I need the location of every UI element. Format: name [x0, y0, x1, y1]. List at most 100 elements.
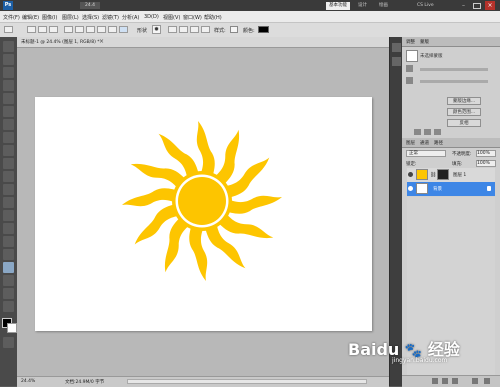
style-swatch[interactable]	[230, 26, 238, 33]
minimize-icon[interactable]: –	[462, 3, 470, 9]
menu-select[interactable]: 选择(S)	[82, 14, 99, 21]
clone-stamp-tool-icon[interactable]	[3, 145, 14, 156]
document-tab-title: 未标题-1 @ 24.4% (图层 1, RGB/8) *	[21, 40, 100, 45]
brush-tool-icon[interactable]	[3, 132, 14, 143]
combine-button[interactable]	[168, 26, 177, 33]
color-swatch[interactable]	[258, 26, 269, 33]
menu-view[interactable]: 视图(V)	[163, 14, 180, 21]
maximize-icon[interactable]	[473, 3, 481, 9]
menu-edit[interactable]: 编辑(E)	[22, 14, 39, 21]
blend-mode-select[interactable]: 正常	[406, 150, 446, 157]
zoom-tool-icon[interactable]	[3, 301, 14, 312]
cs-live-button[interactable]: CS Live	[417, 2, 443, 10]
fill-pixels-button[interactable]	[49, 26, 58, 33]
intersect-button[interactable]	[190, 26, 199, 33]
marquee-tool-icon[interactable]	[3, 54, 14, 65]
menu-window[interactable]: 窗口(W)	[183, 14, 202, 21]
document-size-status[interactable]: 文档:24.9M/0 字节	[65, 379, 104, 385]
crop-tool-icon[interactable]	[3, 93, 14, 104]
zoom-status[interactable]: 24.4%	[21, 379, 35, 384]
shape-layers-button[interactable]	[27, 26, 36, 33]
tab-paths[interactable]: 路径	[434, 140, 443, 146]
3d-rotate-tool-icon[interactable]	[3, 275, 14, 286]
opacity-input[interactable]: 100%	[476, 150, 496, 157]
background-color-swatch[interactable]	[7, 323, 17, 333]
history-brush-tool-icon[interactable]	[3, 158, 14, 169]
layer-row[interactable]: ⛓ 图层 1	[407, 168, 495, 182]
link-layers-icon[interactable]	[432, 378, 438, 384]
invert-button[interactable]: 反相	[447, 119, 481, 127]
ellipse-tool-button[interactable]	[86, 26, 95, 33]
pen-tool-icon[interactable]	[3, 223, 14, 234]
shape-picker-icon[interactable]: ✹	[152, 25, 161, 34]
custom-shape-tool-button[interactable]	[119, 26, 128, 33]
workspace-button-design[interactable]: 设计	[355, 2, 370, 10]
density-slider[interactable]	[420, 68, 488, 71]
eyedropper-tool-icon[interactable]	[3, 106, 14, 117]
move-tool-icon[interactable]	[3, 41, 14, 52]
history-panel-icon[interactable]	[392, 43, 401, 52]
polygon-tool-button[interactable]	[97, 26, 106, 33]
menu-file[interactable]: 文件(F)	[3, 14, 20, 21]
layer-row[interactable]: 背景	[407, 182, 495, 196]
add-style-icon[interactable]	[442, 378, 448, 384]
color-range-button[interactable]: 颜色范围...	[447, 108, 481, 116]
document-tab[interactable]: 未标题-1 @ 24.4% (图层 1, RGB/8) * ×	[17, 37, 389, 48]
workspace-button-basic[interactable]: 基本功能	[326, 2, 350, 10]
vector-mask-icon[interactable]	[406, 77, 413, 84]
menu-help[interactable]: 帮助(H)	[204, 14, 222, 21]
menu-layer[interactable]: 图层(L)	[62, 14, 79, 21]
pen-tool-button[interactable]	[64, 26, 73, 33]
menu-3d[interactable]: 3D(D)	[144, 14, 159, 20]
tab-masks[interactable]: 蒙版	[420, 39, 429, 45]
delete-layer-icon[interactable]	[484, 378, 490, 384]
path-selection-tool-icon[interactable]	[3, 249, 14, 260]
rectangle-tool-button[interactable]	[75, 26, 84, 33]
close-icon[interactable]: ×	[485, 1, 495, 10]
mask-preset-label: 未选择蒙版	[420, 54, 443, 59]
menu-filter[interactable]: 滤镜(T)	[102, 14, 119, 21]
workspace-button-paint[interactable]: 绘画	[376, 2, 391, 10]
paths-button[interactable]	[38, 26, 47, 33]
feather-slider[interactable]	[420, 80, 488, 83]
document-close-icon[interactable]: ×	[99, 38, 104, 45]
image-canvas[interactable]	[35, 97, 372, 331]
add-mask-icon[interactable]	[452, 378, 458, 384]
eye-icon[interactable]	[408, 186, 413, 191]
enable-mask-icon[interactable]	[424, 129, 431, 135]
fill-input[interactable]: 100%	[476, 160, 496, 167]
blur-tool-icon[interactable]	[3, 197, 14, 208]
mask-edge-button[interactable]: 蒙版边缘...	[447, 97, 481, 105]
menu-analysis[interactable]: 分析(A)	[122, 14, 139, 21]
line-tool-button[interactable]	[108, 26, 117, 33]
zoom-dropdown[interactable]: 24.4	[80, 2, 100, 9]
tab-adjustments[interactable]: 调整	[406, 39, 415, 45]
custom-shape-tool-icon[interactable]	[3, 262, 14, 273]
tab-layers[interactable]: 图层	[406, 140, 415, 146]
quick-mask-icon[interactable]	[3, 337, 14, 348]
menu-image[interactable]: 图像(I)	[42, 14, 57, 21]
watermark-url: jingyan.baidu.com	[392, 357, 448, 364]
pixel-mask-icon[interactable]	[406, 65, 413, 72]
type-tool-icon[interactable]	[3, 236, 14, 247]
layer-name[interactable]: 背景	[433, 186, 442, 192]
new-layer-icon[interactable]	[472, 378, 478, 384]
lasso-tool-icon[interactable]	[3, 67, 14, 78]
document-window: 未标题-1 @ 24.4% (图层 1, RGB/8) * × 24.4% 文档…	[17, 37, 389, 387]
tab-channels[interactable]: 通道	[420, 140, 429, 146]
delete-mask-icon[interactable]	[434, 129, 441, 135]
apply-mask-icon[interactable]	[414, 129, 421, 135]
eraser-tool-icon[interactable]	[3, 171, 14, 182]
quick-select-tool-icon[interactable]	[3, 80, 14, 91]
healing-brush-tool-icon[interactable]	[3, 119, 14, 130]
exclude-button[interactable]	[201, 26, 210, 33]
layer-name[interactable]: 图层 1	[453, 172, 466, 178]
hand-tool-icon[interactable]	[3, 288, 14, 299]
status-scrollbar[interactable]	[127, 379, 367, 384]
gradient-tool-icon[interactable]	[3, 184, 14, 195]
eye-icon[interactable]	[408, 172, 413, 177]
tool-preset-picker[interactable]	[4, 26, 13, 33]
subtract-button[interactable]	[179, 26, 188, 33]
actions-panel-icon[interactable]	[392, 57, 401, 66]
dodge-tool-icon[interactable]	[3, 210, 14, 221]
